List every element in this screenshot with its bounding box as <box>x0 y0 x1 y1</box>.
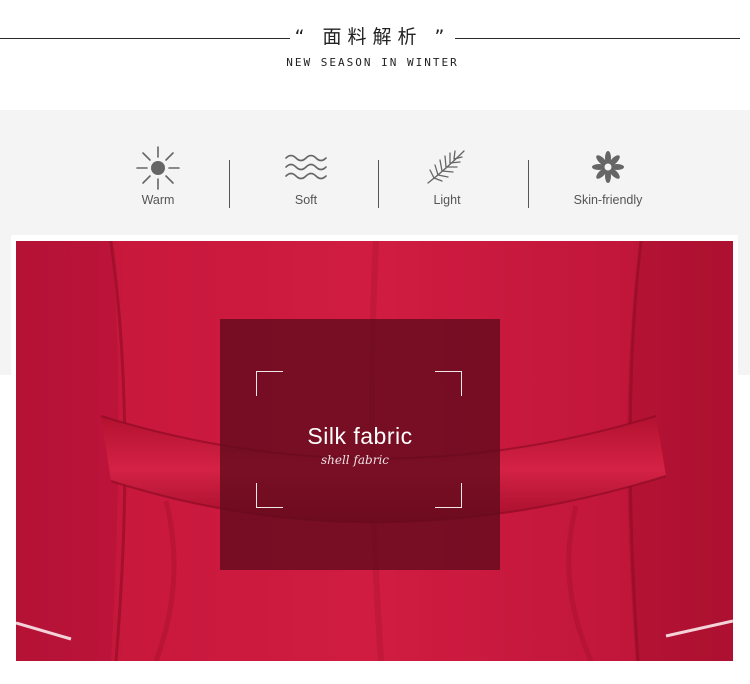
feature-label: Light <box>433 193 461 207</box>
fabric-info-card: Silk fabric shell fabric <box>220 319 500 570</box>
corner-bracket <box>256 483 283 508</box>
feature-light: Light <box>377 145 517 207</box>
flower-icon <box>592 151 624 183</box>
waves-icon <box>285 154 327 180</box>
feature-label: Skin-friendly <box>573 193 643 207</box>
feature-label: Soft <box>294 193 318 207</box>
feature-divider <box>229 160 230 208</box>
section-subtitle: NEW SEASON IN WINTER <box>286 56 459 69</box>
feather-icon <box>427 150 465 184</box>
corner-bracket <box>435 483 462 508</box>
feature-warm: Warm <box>88 145 228 207</box>
header-rule-right <box>455 38 740 39</box>
corner-bracket <box>256 371 283 396</box>
corner-bracket <box>435 371 462 396</box>
section-header: “ 面料解析 ” NEW SEASON IN WINTER <box>0 0 750 110</box>
feature-label: Warm <box>141 193 175 207</box>
section-title: “ 面料解析 ” <box>294 26 451 48</box>
fabric-subtitle: shell fabric <box>320 453 390 467</box>
feature-divider <box>528 160 529 208</box>
feature-skin-friendly: Skin-friendly <box>538 145 678 207</box>
feature-soft: Soft <box>236 145 376 207</box>
fabric-title: Silk fabric <box>307 423 413 449</box>
sun-icon <box>136 146 180 190</box>
header-rule-left <box>0 38 290 39</box>
